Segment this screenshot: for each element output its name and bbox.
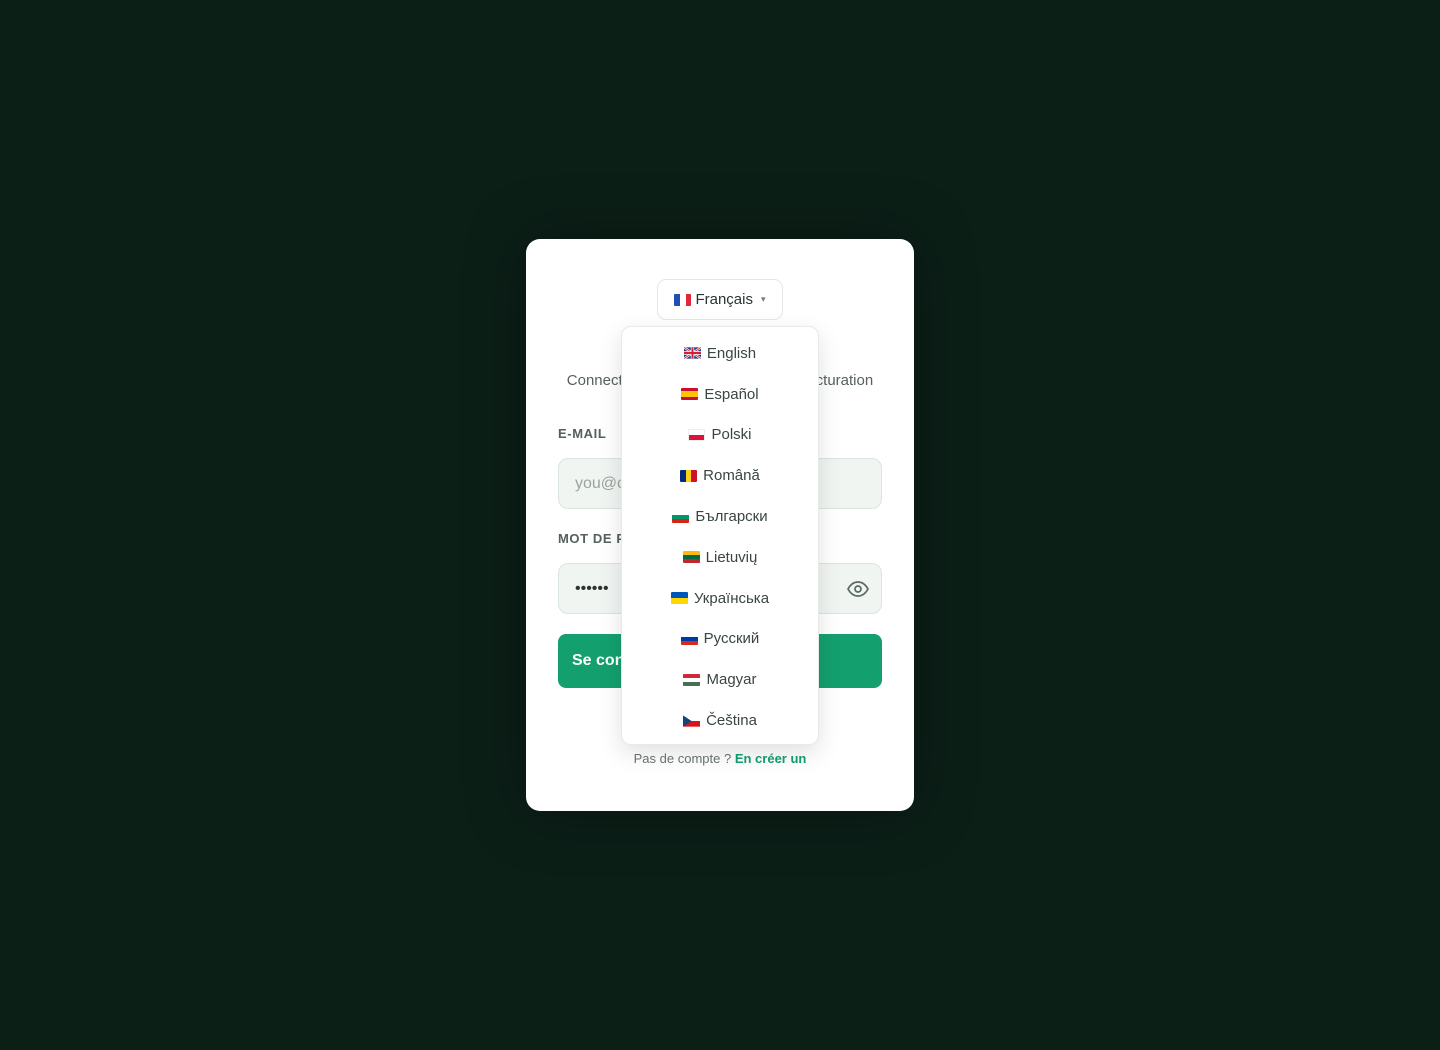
language-option-hungarian[interactable]: Magyar bbox=[622, 659, 818, 700]
caret-down-icon: ▾ bbox=[761, 294, 766, 304]
poland-flag-icon bbox=[688, 428, 706, 441]
romania-flag-icon bbox=[680, 469, 698, 482]
language-option-label: Lietuvių bbox=[705, 548, 758, 566]
language-option-bulgarian[interactable]: Български bbox=[622, 496, 818, 537]
hungary-flag-icon bbox=[683, 673, 701, 686]
uk-flag-icon bbox=[683, 347, 701, 360]
language-current-label: Français bbox=[695, 291, 753, 308]
language-option-label: Română bbox=[703, 467, 760, 485]
language-option-ukrainian[interactable]: Українська bbox=[622, 578, 818, 619]
signup-text: Pas de compte ? bbox=[633, 751, 732, 766]
bulgaria-flag-icon bbox=[672, 510, 690, 523]
language-option-russian[interactable]: Русский bbox=[622, 619, 818, 660]
lithuania-flag-icon bbox=[682, 551, 700, 564]
language-option-romanian[interactable]: Română bbox=[622, 455, 818, 496]
email-label: E-MAIL bbox=[558, 426, 607, 441]
password-label: MOT DE P bbox=[558, 531, 626, 546]
language-option-polish[interactable]: Polski bbox=[622, 415, 818, 456]
language-option-lithuanian[interactable]: Lietuvių bbox=[622, 537, 818, 578]
language-option-english[interactable]: English bbox=[622, 333, 818, 374]
language-option-label: English bbox=[706, 344, 757, 362]
language-selector-button[interactable]: Français ▾ bbox=[657, 279, 783, 320]
language-option-spanish[interactable]: Español bbox=[622, 374, 818, 415]
czech-flag-icon bbox=[683, 714, 701, 727]
ukraine-flag-icon bbox=[670, 592, 688, 605]
language-option-label: Español bbox=[704, 385, 759, 403]
language-option-label: Polski bbox=[711, 426, 752, 444]
russia-flag-icon bbox=[680, 632, 698, 645]
signup-prompt: Pas de compte ? En créer un bbox=[526, 751, 914, 766]
france-flag-icon bbox=[674, 293, 692, 306]
eye-icon[interactable] bbox=[846, 577, 870, 601]
subtitle-right: cturation bbox=[815, 372, 874, 389]
language-dropdown: English Español Polski Română Български … bbox=[621, 326, 819, 745]
language-option-label: Български bbox=[695, 508, 768, 526]
language-option-label: Čeština bbox=[706, 712, 757, 730]
spain-flag-icon bbox=[681, 388, 699, 401]
signup-link[interactable]: En créer un bbox=[735, 751, 807, 766]
language-option-label: Magyar bbox=[706, 671, 757, 689]
language-option-label: Русский bbox=[703, 630, 760, 648]
language-option-czech[interactable]: Čeština bbox=[622, 700, 818, 741]
subtitle-left: Connect bbox=[566, 372, 623, 389]
language-option-label: Українська bbox=[693, 589, 770, 607]
